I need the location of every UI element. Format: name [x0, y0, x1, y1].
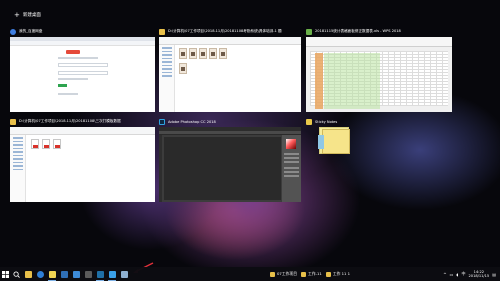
taskbar-task-explorer-1[interactable]: 07工作项目: [268, 267, 299, 281]
window-title-bar: D:\计算机\07工作项目\2018.11月\20181108考勤系统\具体培训…: [159, 27, 301, 36]
taskbar-pinned-task-view[interactable]: [118, 267, 130, 281]
window-title: Adobe Photoshop CC 2018: [168, 119, 216, 124]
baidu-logo: [66, 50, 80, 54]
window-thumbnail-explorer-1[interactable]: D:\计算机\07工作项目\2018.11月\20181108考勤系统\具体培训…: [159, 27, 301, 112]
window-preview: [159, 37, 301, 112]
task-view-icon: [120, 270, 128, 278]
sticky-notes-icon: [48, 270, 56, 278]
taskbar-task-explorer-2[interactable]: 工作-11: [299, 267, 324, 281]
window-preview: [159, 127, 301, 202]
taskbar-task-explorer-3[interactable]: 工作 11 1: [324, 267, 352, 281]
color-picker-swatch: [286, 139, 296, 149]
window-thumbnail-explorer-2[interactable]: D:\计算机\07工作项目\2018.11月\20181108\三次打模板数据: [10, 117, 155, 202]
sticky-notes-icon: [306, 118, 312, 125]
window-title-bar: D:\计算机\07工作项目\2018.11月\20181108\三次打模板数据: [10, 117, 155, 126]
password-field: [58, 71, 108, 75]
image-file-icon: [209, 48, 217, 59]
taskbar-task-label: 工作-11: [308, 271, 322, 276]
calculator-icon: [84, 270, 92, 278]
folder-icon: [270, 271, 275, 277]
folder-icon: [325, 271, 331, 277]
window-thumbnail-browser[interactable]: 我的_百度网盘: [10, 27, 155, 112]
clock[interactable]: 14:22 2018/11/15: [469, 270, 490, 278]
store-icon: [72, 270, 80, 278]
window-thumbnail-spreadsheet[interactable]: 20181115统计表格面板修正数据表.xls - WPS 2018: [306, 27, 452, 112]
window-title-bar: Adobe Photoshop CC 2018: [159, 117, 301, 126]
window-thumbnail-photoshop[interactable]: Adobe Photoshop CC 2018: [159, 117, 301, 202]
window-title-bar: 我的_百度网盘: [10, 27, 155, 36]
taskbar-pinned-wps[interactable]: [106, 267, 118, 281]
edge-icon: [36, 270, 44, 278]
input-method-icon[interactable]: 中: [462, 271, 466, 277]
image-file-icon: [179, 48, 187, 59]
search-button[interactable]: [11, 267, 22, 281]
window-preview: [10, 37, 155, 112]
notifications-icon[interactable]: ▤: [492, 272, 496, 277]
taskbar-task-label: 07工作项目: [277, 271, 298, 276]
plus-icon: +: [14, 10, 20, 19]
photoshop-canvas: [164, 137, 281, 200]
spreadsheet-icon: [306, 28, 312, 35]
new-desktop-button[interactable]: + 新建桌面: [14, 10, 41, 20]
taskbar-pinned-edge[interactable]: [34, 267, 46, 281]
windows-logo-icon: [2, 270, 9, 278]
volume-icon[interactable]: ◖: [456, 272, 458, 277]
photoshop-icon: [96, 270, 104, 278]
window-title: Sticky Notes: [315, 119, 338, 124]
photoshop-icon: [159, 118, 165, 125]
tray-chevron-icon[interactable]: ^: [443, 272, 446, 277]
photos-icon: [60, 270, 68, 278]
window-preview: [10, 127, 155, 202]
taskbar-pinned-sticky-notes[interactable]: [46, 267, 58, 281]
pdf-file-icon: [53, 139, 61, 149]
taskbar: 07工作项目 工作-11 工作 11 1 ^ ▭ ◖ 中 14:22 2018/…: [0, 267, 500, 281]
window-title-bar: Sticky Notes: [306, 117, 386, 126]
system-tray: ^ ▭ ◖ 中 14:22 2018/11/15 ▤: [443, 270, 500, 278]
folder-icon: [301, 271, 307, 277]
sticky-note-blue: [318, 135, 324, 149]
pdf-file-icon: [31, 139, 39, 149]
window-title: 20181115统计表格面板修正数据表.xls - WPS 2018: [315, 29, 401, 33]
taskbar-pinned-store[interactable]: [70, 267, 82, 281]
folder-icon: [159, 28, 165, 35]
start-button[interactable]: [0, 267, 11, 281]
pdf-file-icon: [42, 139, 50, 149]
window-title: D:\计算机\07工作项目\2018.11月\20181108考勤系统\具体培训…: [168, 29, 282, 33]
login-button: [58, 84, 67, 87]
taskbar-pinned-photoshop[interactable]: [94, 267, 106, 281]
login-field: [58, 63, 108, 67]
window-preview: [306, 37, 452, 112]
browser-icon: [10, 28, 16, 35]
image-file-icon: [219, 48, 227, 59]
image-file-icon: [179, 63, 187, 74]
window-thumbnail-sticky-notes[interactable]: Sticky Notes: [306, 117, 386, 157]
taskbar-task-label: 工作 11 1: [332, 271, 351, 276]
sticky-note: [322, 129, 350, 154]
image-file-icon: [199, 48, 207, 59]
window-title-bar: 20181115统计表格面板修正数据表.xls - WPS 2018: [306, 27, 452, 36]
search-icon: [13, 270, 20, 278]
image-file-icon: [189, 48, 197, 59]
wps-icon: [108, 270, 116, 278]
new-desktop-label: 新建桌面: [22, 13, 41, 18]
network-icon[interactable]: ▭: [450, 272, 454, 277]
window-title: D:\计算机\07工作项目\2018.11月\20181108\三次打模板数据: [19, 119, 121, 123]
clock-date: 2018/11/15: [468, 274, 490, 278]
taskbar-pinned-photos[interactable]: [58, 267, 70, 281]
window-title: 我的_百度网盘: [19, 29, 43, 33]
folder-icon: [10, 118, 16, 125]
taskbar-pinned-calculator[interactable]: [82, 267, 94, 281]
taskbar-pinned-file-explorer[interactable]: [22, 267, 34, 281]
folder-icon: [24, 270, 32, 278]
